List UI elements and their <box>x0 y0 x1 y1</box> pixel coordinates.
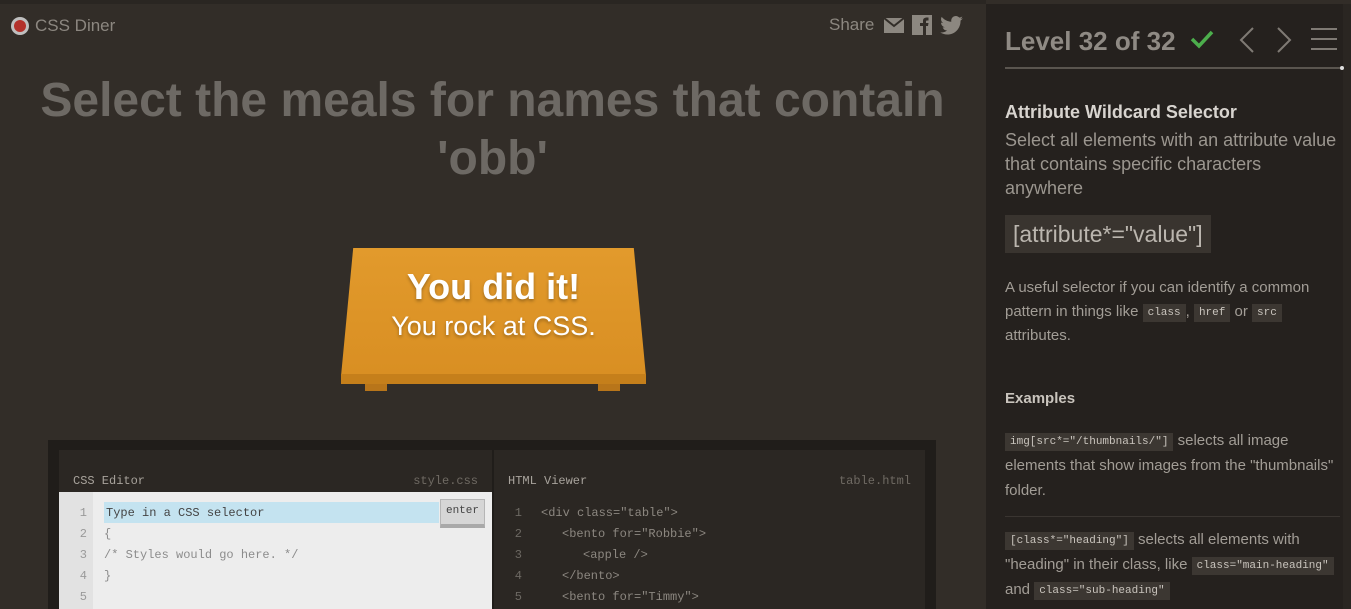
level-indicator: Level 32 of 32 <box>1005 26 1176 56</box>
success-subtitle: You rock at CSS. <box>391 311 596 341</box>
progress-indicator <box>1340 66 1344 70</box>
hint-comma: , <box>1185 303 1190 320</box>
line-number: 4 <box>79 569 87 583</box>
html-code-line[interactable]: <bento for="Robbie"> <box>562 527 706 541</box>
facebook-icon[interactable] <box>912 15 933 35</box>
css-code-line: { <box>104 527 112 541</box>
line-number: 2 <box>79 527 87 541</box>
css-editor-title: CSS Editor <box>73 474 146 488</box>
css-code-line: } <box>104 569 112 583</box>
html-code-line[interactable]: <apple /> <box>583 548 648 562</box>
line-number: 3 <box>514 548 522 562</box>
example-divider <box>1005 516 1340 517</box>
app-logo[interactable]: CSS Diner <box>11 16 115 36</box>
enter-button[interactable]: enter <box>440 499 485 528</box>
css-selector-input[interactable] <box>104 502 439 523</box>
example-code: class="sub-heading" <box>1034 582 1170 600</box>
twitter-icon[interactable] <box>940 15 964 35</box>
code-tag: src <box>1252 304 1282 322</box>
html-code-line[interactable]: <bento for="Timmy"> <box>562 590 699 604</box>
line-number: 5 <box>79 590 87 604</box>
level-progress-bar <box>1005 67 1342 69</box>
example-code: class="main-heading" <box>1191 557 1334 575</box>
success-title: You did it! <box>406 266 581 307</box>
hint-text-end: attributes. <box>1005 327 1071 344</box>
css-file-name: style.css <box>413 474 478 488</box>
html-viewer-header: HTML Viewer table.html <box>494 450 925 492</box>
html-viewer-title: HTML Viewer <box>508 474 588 488</box>
line-number: 1 <box>79 506 87 520</box>
example-item: [class*="heading"] selects all elements … <box>1005 527 1339 602</box>
examples-heading: Examples <box>1005 390 1076 407</box>
html-code-line[interactable]: <div class="table"> <box>541 506 678 520</box>
line-number: 3 <box>79 548 87 562</box>
css-code-line: /* Styles would go here. */ <box>104 548 299 562</box>
next-level-icon[interactable] <box>1276 26 1292 54</box>
success-message: You did it! You rock at CSS. <box>341 266 646 344</box>
previous-level-icon[interactable] <box>1239 26 1255 54</box>
selector-hint: A useful selector if you can identify a … <box>1005 276 1345 348</box>
share-bar: Share <box>829 15 964 35</box>
css-editor-body: 1 2 3 4 5 enter { /* Styles would go her… <box>59 492 492 609</box>
line-number: 2 <box>514 527 522 541</box>
line-number: 5 <box>514 590 522 604</box>
html-viewer-body: 1 2 3 4 5 <div class="table"> <bento for… <box>494 492 925 609</box>
level-instruction: Select the meals for names that contain … <box>40 74 945 185</box>
css-editor-header: CSS Editor style.css <box>59 450 492 492</box>
selector-description: Select all elements with an attribute va… <box>1005 130 1337 198</box>
mail-icon[interactable] <box>884 17 905 33</box>
table-leg <box>598 384 620 391</box>
code-tag: href <box>1193 304 1231 322</box>
selector-name: Attribute Wildcard Selector <box>1005 102 1237 122</box>
selector-syntax: [attribute*="value"] <box>1005 215 1211 253</box>
checkmark-icon <box>1190 30 1214 49</box>
top-strip <box>0 0 986 4</box>
table-leg <box>365 384 387 391</box>
line-number: 4 <box>514 569 522 583</box>
level-sidebar: Level 32 of 32 Attribute Wildcard Select… <box>986 4 1351 609</box>
example-item: img[src*="/thumbnails/"] selects all ima… <box>1005 428 1339 503</box>
html-code-line[interactable]: </bento> <box>562 569 620 583</box>
code-tag: class <box>1142 304 1186 322</box>
css-line-gutter: 1 2 3 4 5 <box>59 492 93 609</box>
dining-table: You did it! You rock at CSS. <box>341 248 646 398</box>
code-editor: CSS Editor style.css HTML Viewer table.h… <box>48 440 936 609</box>
example-code: [class*="heading"] <box>1005 532 1134 550</box>
example-code: img[src*="/thumbnails/"] <box>1005 433 1174 451</box>
line-number: 1 <box>514 506 522 520</box>
hint-or: or <box>1234 303 1248 320</box>
example-and: and <box>1005 581 1031 598</box>
table-edge <box>341 374 646 384</box>
share-label: Share <box>829 15 875 34</box>
app-title: CSS Diner <box>35 16 116 35</box>
html-file-name: table.html <box>838 474 911 488</box>
plate-icon <box>11 17 29 35</box>
menu-icon[interactable] <box>1311 28 1337 50</box>
